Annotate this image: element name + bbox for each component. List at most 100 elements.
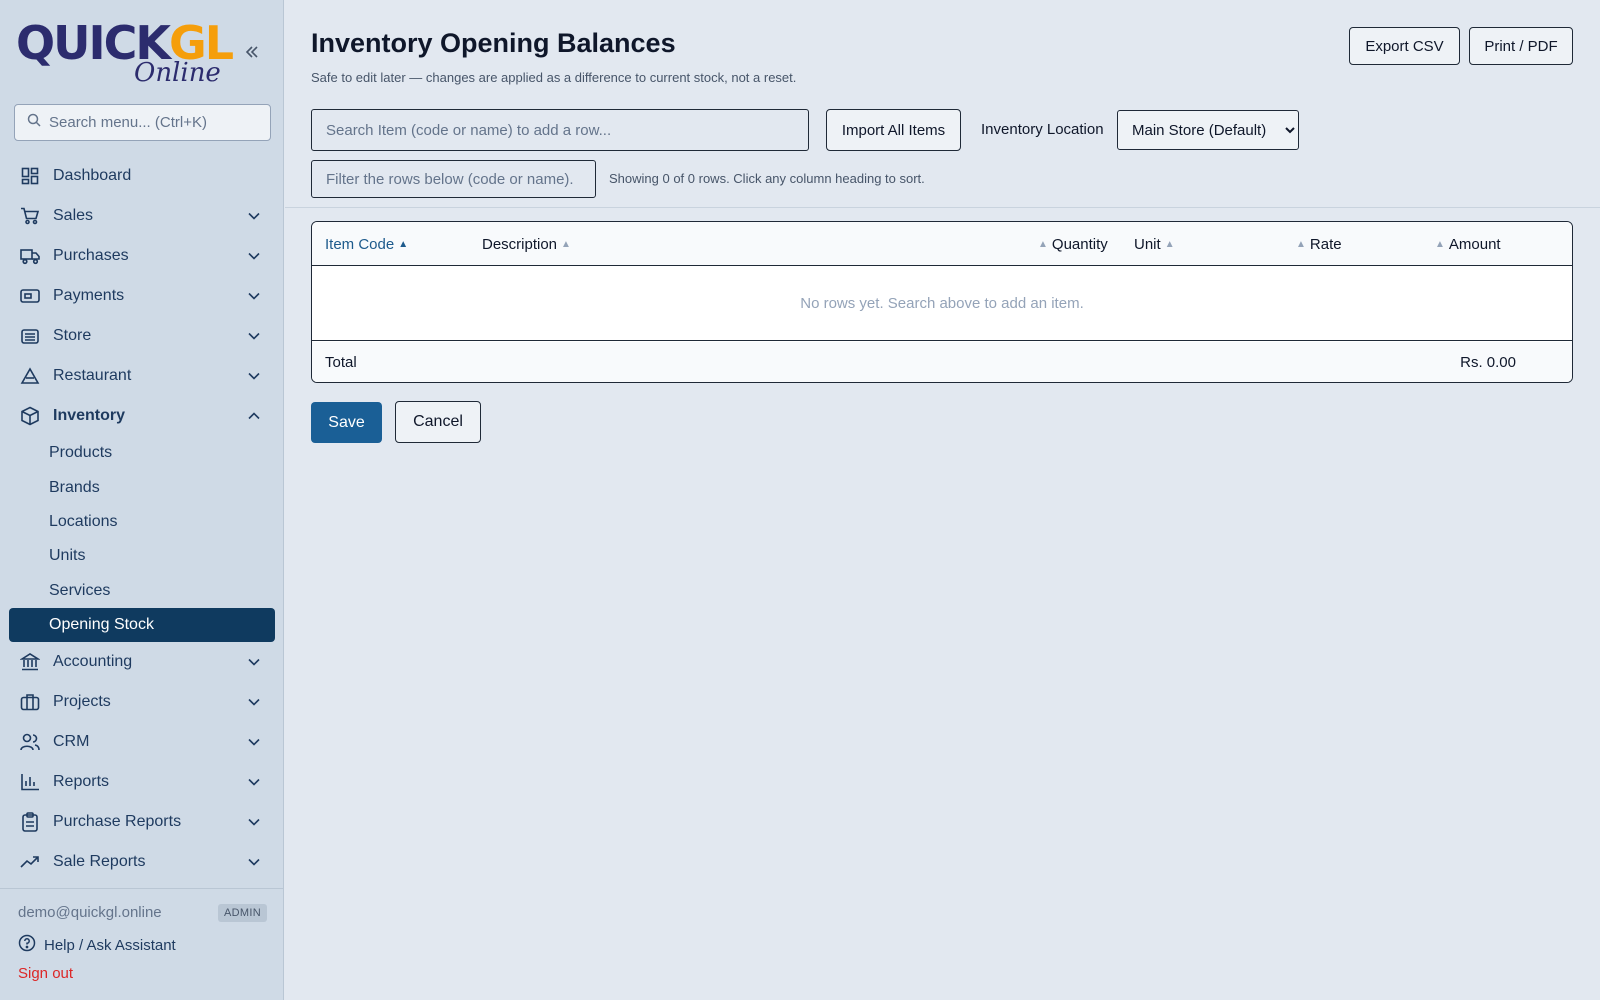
help-label: Help / Ask Assistant	[44, 936, 176, 954]
inventory-location-select[interactable]: Main Store (Default)	[1117, 110, 1299, 150]
sidebar-item-projects[interactable]: Projects	[0, 682, 284, 722]
import-all-items-button[interactable]: Import All Items	[826, 109, 961, 151]
sidebar-item-dashboard[interactable]: Dashboard	[0, 156, 284, 196]
divider	[285, 207, 1600, 208]
column-header-unit[interactable]: Unit ▲	[1134, 236, 1179, 253]
chevron-down-icon	[246, 854, 262, 870]
column-header-item-code[interactable]: Item Code ▲	[325, 236, 412, 253]
sidebar-item-label: CRM	[53, 732, 90, 750]
sidebar-item-crm[interactable]: CRM	[0, 722, 284, 762]
inventory-location-label: Inventory Location	[981, 121, 1104, 138]
cancel-button[interactable]: Cancel	[395, 401, 481, 443]
column-label: Quantity	[1051, 236, 1108, 253]
chevron-down-icon	[246, 368, 262, 384]
sidebar-footer: demo@quickgl.online ADMIN Help / Ask Ass…	[0, 888, 284, 1000]
page-title: Inventory Opening Balances	[311, 28, 676, 58]
column-label: Amount	[1448, 236, 1501, 253]
bank-icon	[20, 652, 40, 672]
payments-icon	[20, 286, 40, 306]
bar-chart-icon	[20, 772, 40, 792]
sidebar-item-label: Sales	[53, 207, 94, 224]
chevron-down-icon	[246, 208, 262, 224]
sort-icon: ▲	[1435, 239, 1445, 250]
chevron-down-icon	[246, 814, 262, 830]
table-footer: Total Rs. 0.00	[312, 342, 1572, 382]
sidebar-item-inventory[interactable]: Inventory	[0, 396, 284, 436]
role-badge: ADMIN	[218, 904, 267, 922]
sidebar-item-label: Payments	[53, 287, 125, 304]
column-label: Rate	[1309, 236, 1342, 253]
trend-icon	[20, 852, 40, 872]
logo[interactable]: QUICKGL Online	[16, 14, 234, 90]
chevron-down-icon	[246, 328, 262, 344]
sidebar-subitem-opening-stock[interactable]: Opening Stock	[9, 607, 275, 642]
sidebar-subitem-locations[interactable]: Locations	[0, 505, 284, 539]
opening-stock-table: Item Code ▲ Description ▲ ▲ Quantity Unit ▲ …	[311, 221, 1573, 383]
sort-icon: ▲	[561, 239, 571, 250]
sidebar-item-label: Purchase Reports	[53, 812, 182, 830]
sidebar-item-label: Inventory	[53, 407, 126, 424]
sidebar-item-sale-reports[interactable]: Sale Reports	[0, 842, 284, 882]
rows-info: Showing 0 of 0 rows. Click any column he…	[609, 171, 925, 186]
sidebar: QUICKGL Online Dashboard Sales Purchases…	[0, 0, 284, 1000]
sidebar-item-sales[interactable]: Sales	[0, 196, 284, 236]
store-icon	[20, 326, 40, 346]
item-search-input[interactable]	[311, 109, 809, 151]
save-button[interactable]: Save	[311, 402, 382, 443]
restaurant-icon	[20, 366, 40, 386]
column-header-description[interactable]: Description ▲	[482, 236, 575, 253]
sidebar-item-purchases[interactable]: Purchases	[0, 236, 284, 276]
box-icon	[20, 406, 40, 426]
sidebar-subitem-services[interactable]: Services	[0, 574, 284, 608]
print-pdf-button[interactable]: Print / PDF	[1469, 27, 1573, 65]
cart-icon	[20, 206, 40, 226]
search-icon	[27, 113, 41, 132]
total-value: Rs. 0.00	[1460, 354, 1516, 371]
chevron-down-icon	[246, 774, 262, 790]
menu-search[interactable]	[14, 104, 271, 141]
sidebar-item-restaurant[interactable]: Restaurant	[0, 356, 284, 396]
chevron-up-icon	[246, 408, 262, 424]
help-icon	[18, 934, 36, 956]
chevron-down-icon	[246, 734, 262, 750]
sort-icon: ▲	[1164, 239, 1175, 250]
sidebar-item-payments[interactable]: Payments	[0, 276, 284, 316]
sidebar-item-label: Reports	[53, 772, 110, 790]
row-filter-input[interactable]	[311, 160, 596, 198]
chevron-down-icon	[246, 694, 262, 710]
sidebar-subitem-products[interactable]: Products	[0, 436, 284, 470]
sidebar-item-label: Store	[53, 327, 92, 344]
table-header: Item Code ▲ Description ▲ ▲ Quantity Unit ▲ …	[312, 222, 1572, 266]
column-header-amount[interactable]: ▲ Amount	[1431, 236, 1501, 253]
sidebar-item-label: Restaurant	[53, 367, 132, 384]
sidebar-item-store[interactable]: Store	[0, 316, 284, 356]
column-label: Description	[482, 236, 558, 253]
help-link[interactable]: Help / Ask Assistant	[18, 934, 176, 956]
sidebar-item-label: Accounting	[53, 652, 133, 670]
sidebar-item-label: Sale Reports	[53, 852, 146, 870]
sidebar-subitem-brands[interactable]: Brands	[0, 470, 284, 504]
export-csv-button[interactable]: Export CSV	[1349, 27, 1460, 65]
clipboard-icon	[20, 812, 40, 832]
sort-asc-icon: ▲	[398, 239, 409, 250]
empty-table-message: No rows yet. Search above to add an item…	[312, 266, 1572, 341]
menu-search-input[interactable]	[49, 114, 259, 131]
sort-icon: ▲	[1038, 239, 1048, 250]
user-email: demo@quickgl.online	[18, 904, 162, 921]
truck-icon	[20, 246, 40, 266]
sign-out-link[interactable]: Sign out	[18, 965, 73, 982]
total-label: Total	[325, 354, 357, 371]
sidebar-item-accounting[interactable]: Accounting	[0, 642, 284, 682]
logo-subtitle: Online	[134, 58, 221, 88]
sidebar-item-label: Projects	[53, 692, 111, 710]
chevron-down-icon	[246, 248, 262, 264]
column-header-quantity[interactable]: ▲ Quantity	[1034, 236, 1108, 253]
main-content: Inventory Opening Balances Safe to edit …	[285, 0, 1600, 1000]
column-header-rate[interactable]: ▲ Rate	[1292, 236, 1342, 253]
sidebar-item-purchase-reports[interactable]: Purchase Reports	[0, 802, 284, 842]
sidebar-item-label: Dashboard	[53, 167, 132, 184]
page-subtitle: Safe to edit later — changes are applied…	[311, 70, 797, 85]
collapse-sidebar-icon[interactable]	[240, 40, 264, 64]
sidebar-subitem-units[interactable]: Units	[0, 539, 284, 573]
sidebar-item-reports[interactable]: Reports	[0, 762, 284, 802]
